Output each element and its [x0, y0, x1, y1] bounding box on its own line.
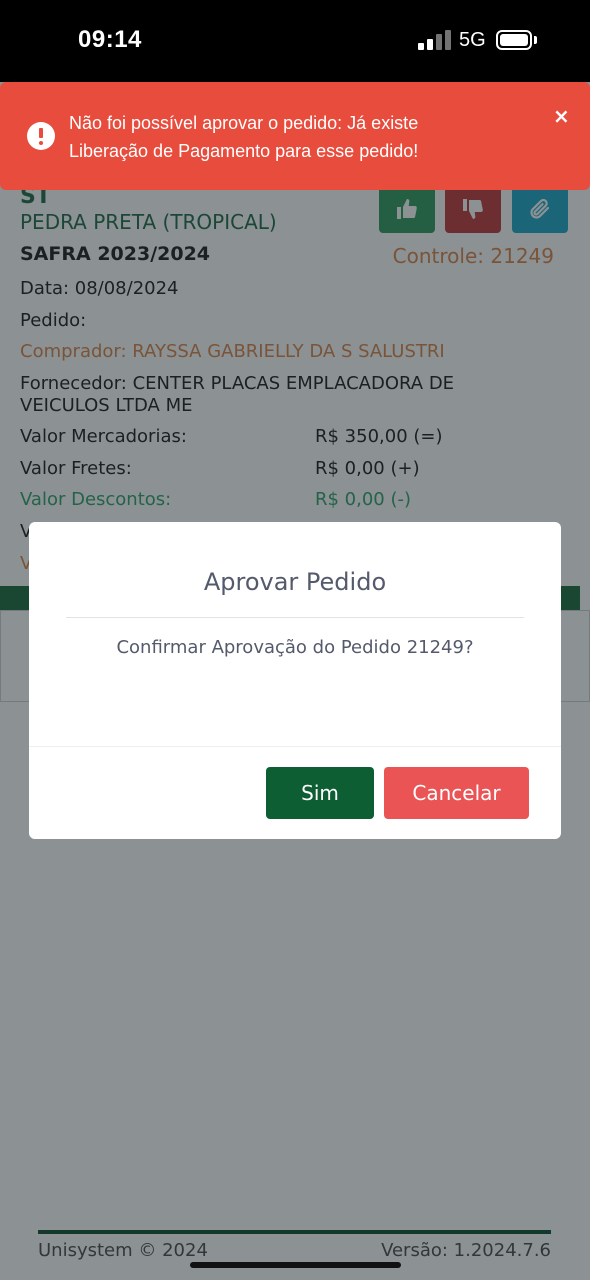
modal-message: Confirmar Aprovação do Pedido 21249? — [116, 637, 474, 658]
status-time: 09:14 — [78, 26, 142, 53]
alert-circle-icon — [27, 122, 55, 150]
modal-footer-divider — [29, 746, 561, 747]
error-toast: Não foi possível aprovar o pedido: Já ex… — [0, 82, 590, 190]
signal-icon — [418, 30, 452, 50]
cancel-button[interactable]: Cancelar — [384, 767, 529, 819]
toast-message-line2: Liberação de Pagamento para esse pedido! — [69, 141, 419, 161]
toast-message-line1: Não foi possível aprovar o pedido: Já ex… — [69, 113, 419, 133]
approve-modal: Aprovar Pedido Confirmar Aprovação do Pe… — [29, 522, 561, 839]
battery-cap — [534, 36, 537, 44]
modal-divider — [66, 617, 524, 618]
battery-icon — [496, 30, 532, 50]
network-label: 5G — [459, 29, 486, 51]
home-indicator — [190, 1262, 401, 1268]
status-bar: 09:14 5G — [0, 0, 590, 82]
modal-title: Aprovar Pedido — [203, 568, 387, 596]
confirm-button[interactable]: Sim — [266, 767, 374, 819]
close-icon[interactable]: × — [553, 104, 570, 128]
